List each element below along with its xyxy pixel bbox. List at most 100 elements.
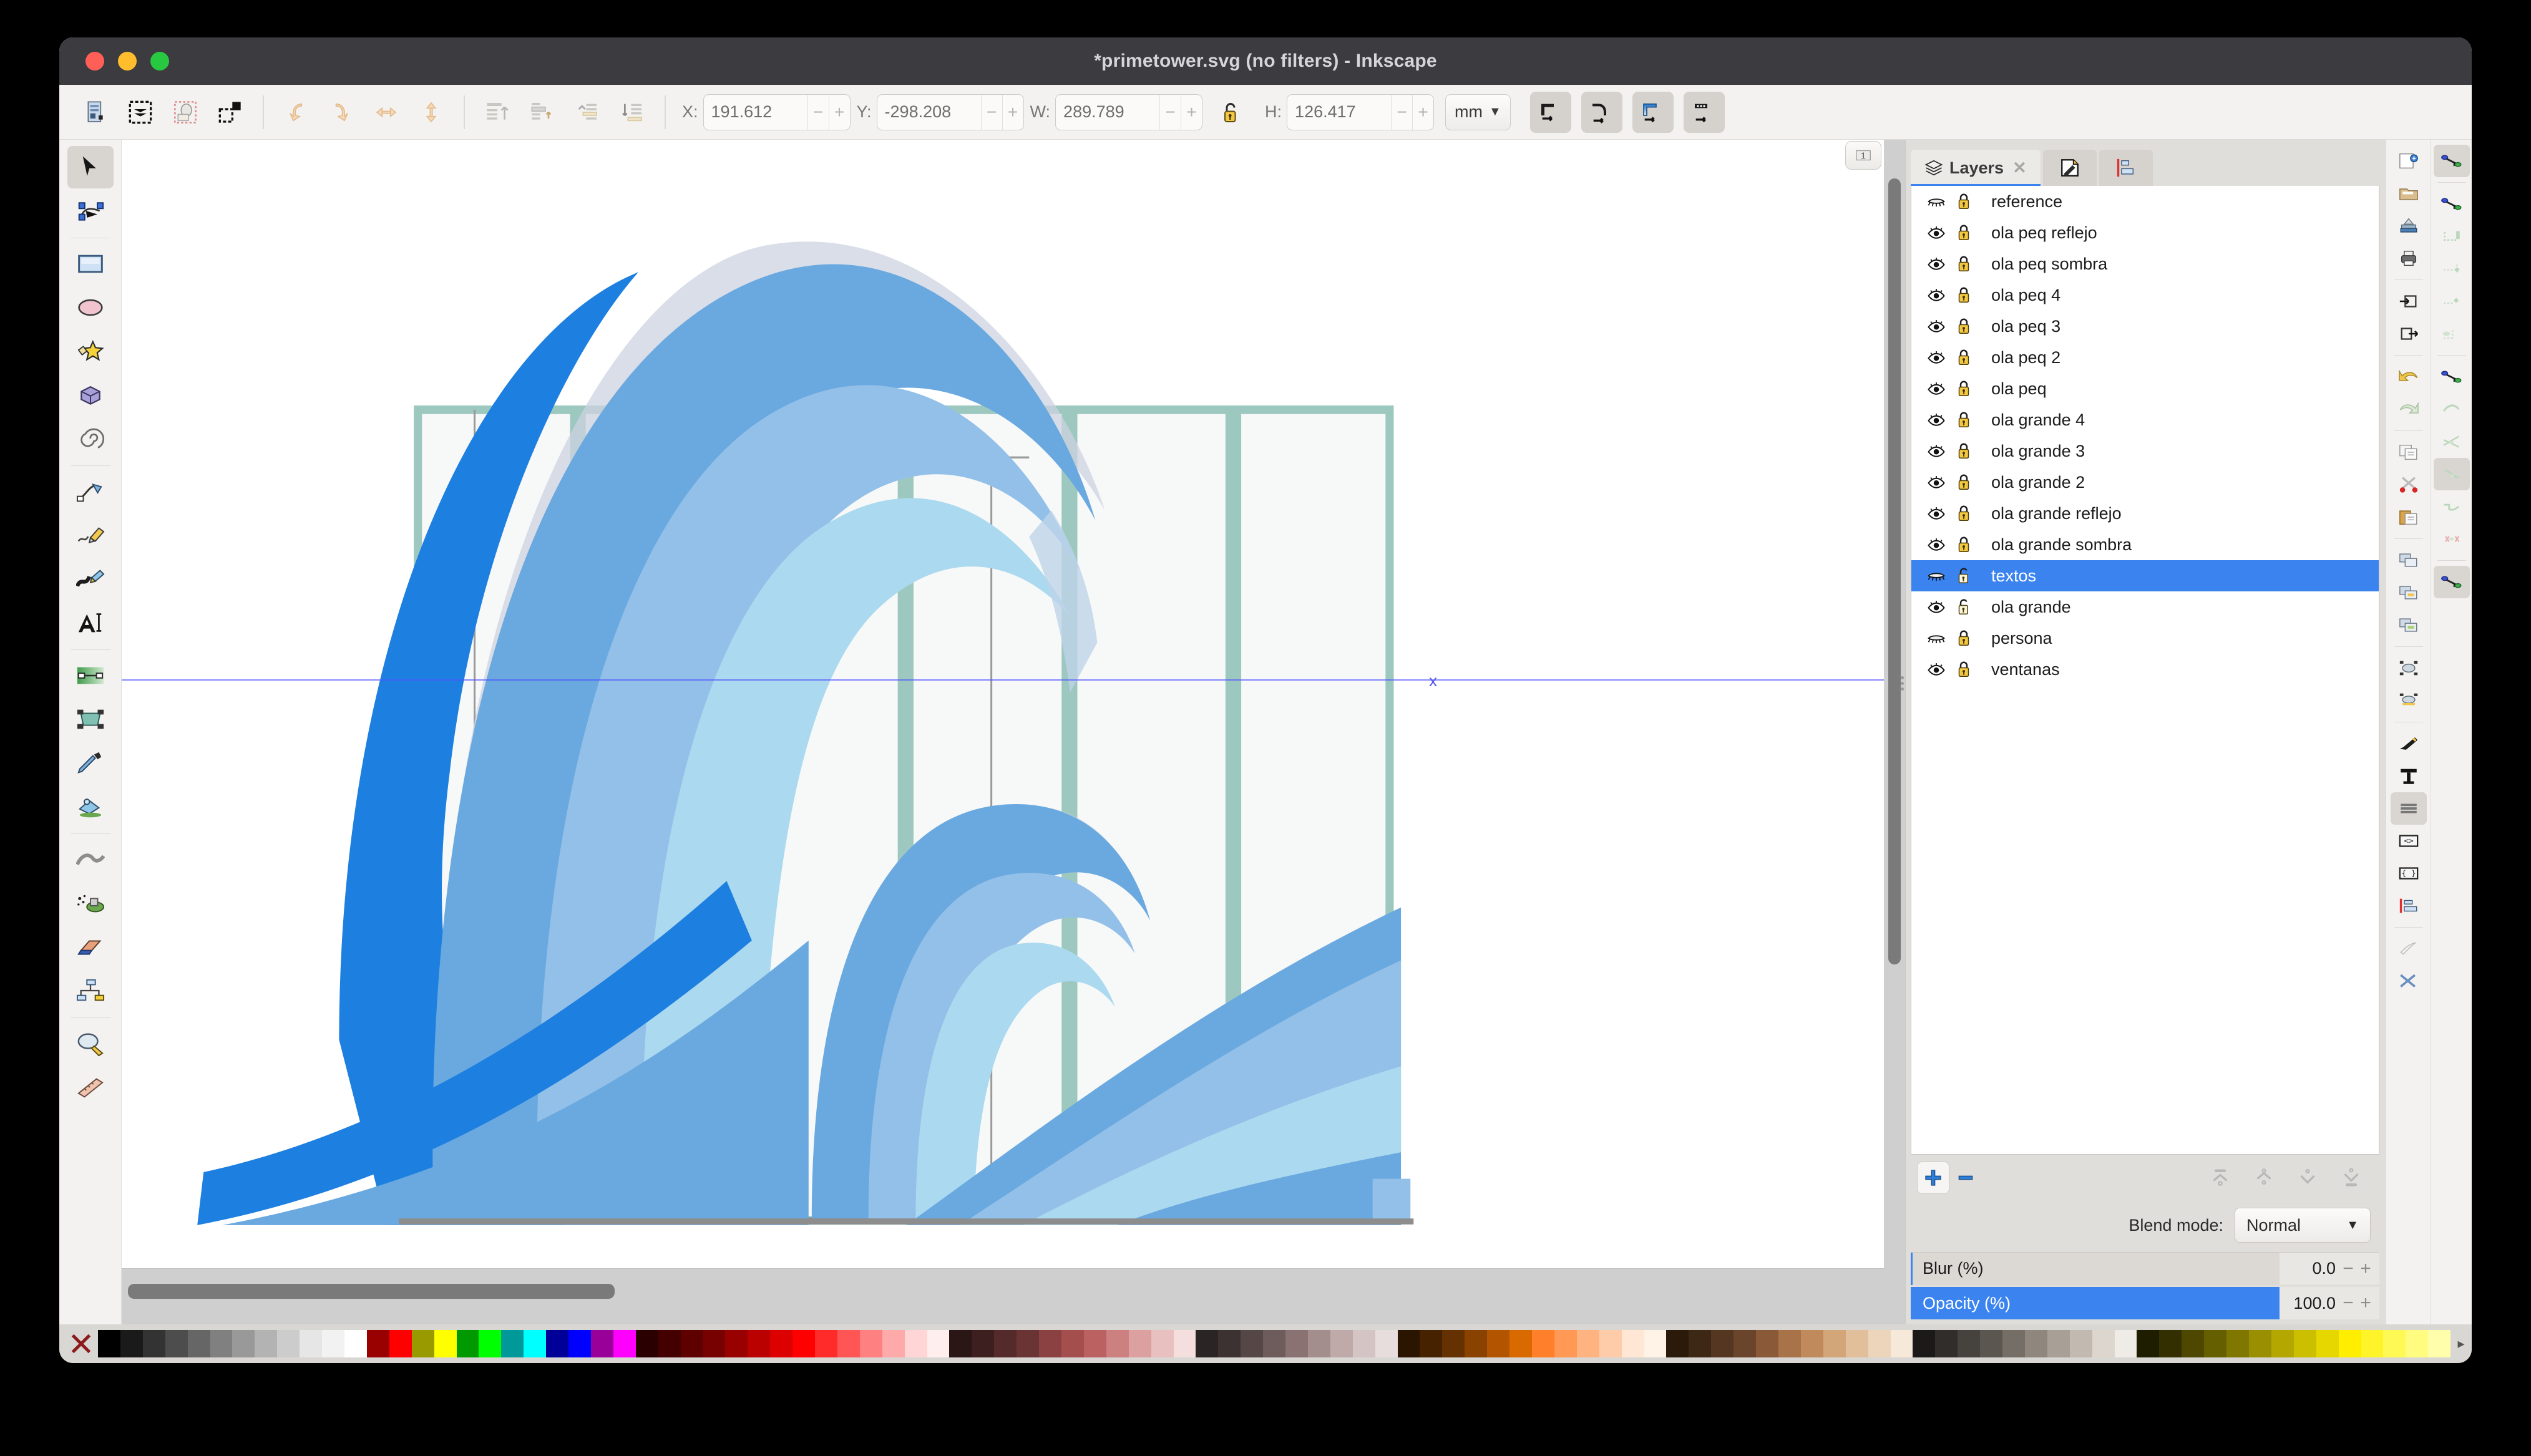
layer-lock-toggle[interactable]	[1950, 348, 1977, 367]
dropper-tool[interactable]	[67, 742, 114, 784]
layer-row[interactable]: ola grande reflejo	[1911, 498, 2379, 529]
palette-swatch[interactable]	[1241, 1330, 1263, 1357]
duplicate-button[interactable]	[2391, 544, 2427, 576]
layer-visibility-toggle[interactable]	[1923, 287, 1950, 303]
palette-swatch[interactable]	[1061, 1330, 1084, 1357]
ellipse-tool[interactable]	[67, 286, 114, 329]
y-input[interactable]	[877, 95, 981, 130]
palette-swatch[interactable]	[1801, 1330, 1823, 1357]
units-dropdown[interactable]: mm ▼	[1445, 94, 1511, 130]
palette-swatch[interactable]	[322, 1330, 344, 1357]
w-decrement[interactable]: −	[1159, 95, 1181, 130]
selector-tool[interactable]	[67, 146, 114, 188]
palette-swatch[interactable]	[1711, 1330, 1734, 1357]
palette-swatch[interactable]	[120, 1330, 143, 1357]
bezier-tool[interactable]	[67, 470, 114, 513]
layer-lock-toggle[interactable]	[1950, 192, 1977, 211]
layer-visibility-toggle[interactable]	[1923, 412, 1950, 428]
w-spinbox[interactable]: − +	[1055, 94, 1202, 130]
palette-swatch[interactable]	[1532, 1330, 1554, 1357]
palette-swatch[interactable]	[2070, 1330, 2092, 1357]
palette-swatch[interactable]	[524, 1330, 546, 1357]
layer-lock-toggle[interactable]	[1950, 410, 1977, 429]
layer-visibility-toggle[interactable]	[1923, 568, 1950, 584]
export-button[interactable]	[2391, 318, 2427, 350]
layer-lock-toggle[interactable]	[1950, 317, 1977, 336]
palette-swatch[interactable]	[1442, 1330, 1465, 1357]
tool-options-button[interactable]	[2391, 965, 2427, 997]
x-decrement[interactable]: −	[807, 95, 829, 130]
palette-swatch[interactable]	[882, 1330, 905, 1357]
layer-lock-toggle[interactable]	[1950, 286, 1977, 304]
star-tool[interactable]	[67, 330, 114, 372]
layer-row[interactable]: ola grande	[1911, 591, 2379, 623]
palette-swatch[interactable]	[546, 1330, 568, 1357]
snap-bbox-edges-toggle[interactable]	[2434, 220, 2470, 253]
palette-swatch[interactable]	[1196, 1330, 1218, 1357]
copy-button[interactable]	[2391, 436, 2427, 468]
vertical-scroll-thumb[interactable]	[1888, 178, 1901, 964]
palette-swatch[interactable]	[1039, 1330, 1061, 1357]
document-properties-button[interactable]: { }	[2391, 857, 2427, 890]
palette-swatch[interactable]	[748, 1330, 770, 1357]
open-document-button[interactable]	[2391, 177, 2427, 210]
palette-swatch[interactable]	[1823, 1330, 1846, 1357]
affect-patterns-toggle[interactable]	[1684, 92, 1725, 133]
palette-swatch[interactable]	[2316, 1330, 2339, 1357]
canvas-area[interactable]: x 1	[122, 140, 1905, 1324]
canvas-horizontal-scrollbar[interactable]	[122, 1268, 1884, 1324]
width-input[interactable]	[1056, 95, 1159, 130]
opacity-increment[interactable]: +	[2360, 1293, 2371, 1314]
x-increment[interactable]: +	[829, 95, 850, 130]
layer-row[interactable]: ola peq reflejo	[1911, 217, 2379, 248]
palette-swatch[interactable]	[591, 1330, 613, 1357]
snap-nodes-paths-toggle[interactable]	[2434, 361, 2470, 393]
layer-visibility-toggle[interactable]	[1923, 630, 1950, 646]
x-input[interactable]	[704, 95, 807, 130]
layer-row[interactable]: ola peq 2	[1911, 342, 2379, 373]
palette-swatch[interactable]	[2204, 1330, 2226, 1357]
palette-swatch[interactable]	[457, 1330, 479, 1357]
y-decrement[interactable]: −	[981, 95, 1002, 130]
horizontal-scroll-thumb[interactable]	[128, 1284, 615, 1299]
palette-swatch[interactable]	[1330, 1330, 1353, 1357]
rotate-ccw-button[interactable]	[277, 93, 316, 132]
palette-swatch[interactable]	[2047, 1330, 2070, 1357]
palette-swatch[interactable]	[277, 1330, 300, 1357]
layer-visibility-toggle[interactable]	[1923, 599, 1950, 615]
layer-row[interactable]: ola peq 4	[1911, 279, 2379, 311]
palette-swatch[interactable]	[255, 1330, 277, 1357]
palette-swatch[interactable]	[1084, 1330, 1106, 1357]
opacity-slider-row[interactable]: Opacity (%) 100.0 −+	[1911, 1287, 2379, 1319]
opacity-slider[interactable]: Opacity (%)	[1911, 1287, 2280, 1319]
palette-swatch[interactable]	[2249, 1330, 2271, 1357]
no-color-swatch[interactable]	[67, 1329, 95, 1358]
layer-visibility-toggle[interactable]	[1923, 536, 1950, 553]
deselect-button[interactable]	[166, 93, 205, 132]
layer-visibility-toggle[interactable]	[1923, 349, 1950, 366]
palette-swatch[interactable]	[1129, 1330, 1151, 1357]
w-increment[interactable]: +	[1181, 95, 1202, 130]
palette-swatch[interactable]	[2361, 1330, 2384, 1357]
xml-editor-dialog-button[interactable]: <>	[2391, 825, 2427, 857]
y-increment[interactable]: +	[1002, 95, 1023, 130]
palette-swatch[interactable]	[725, 1330, 748, 1357]
palette-swatch[interactable]	[1218, 1330, 1241, 1357]
palette-swatch[interactable]	[501, 1330, 524, 1357]
close-icon[interactable]: ✕	[2012, 158, 2027, 178]
palette-swatch[interactable]	[434, 1330, 457, 1357]
palette-swatch[interactable]	[2406, 1330, 2428, 1357]
palette-scroll-right-icon[interactable]: ▸	[2451, 1336, 2472, 1352]
text-tool[interactable]	[67, 601, 114, 644]
palette-swatch[interactable]	[770, 1330, 792, 1357]
panel-drag-handle[interactable]	[1901, 676, 1904, 1319]
height-input[interactable]	[1287, 95, 1391, 130]
palette-swatch[interactable]	[1174, 1330, 1196, 1357]
layer-lock-toggle[interactable]	[1950, 442, 1977, 460]
preferences-button[interactable]	[2391, 933, 2427, 965]
palette-swatch[interactable]	[613, 1330, 636, 1357]
palette-swatch[interactable]	[143, 1330, 165, 1357]
affect-stroke-width-toggle[interactable]	[1530, 92, 1571, 133]
palette-swatch[interactable]	[1980, 1330, 2002, 1357]
palette-swatch[interactable]	[1487, 1330, 1509, 1357]
